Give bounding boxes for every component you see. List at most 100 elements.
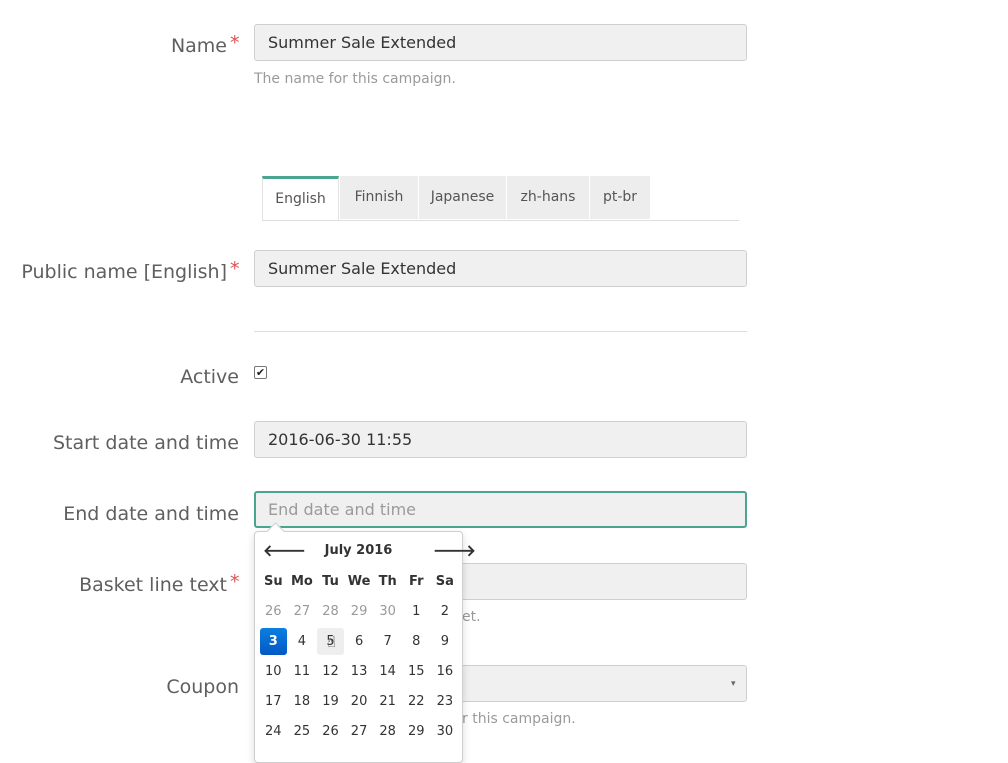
calendar-day[interactable]: 4 bbox=[288, 626, 317, 656]
calendar-day[interactable]: 22 bbox=[402, 686, 431, 716]
calendar-day-number: 21 bbox=[379, 693, 396, 709]
datepicker-calendar: Su Mo Tu We Th Fr Sa 26 27 28 29 30 1 2 3 4 5 6 7 8 9 10 11 12… bbox=[259, 566, 459, 746]
calendar-day[interactable]: 16 bbox=[431, 656, 460, 686]
calendar-day[interactable]: 10 bbox=[259, 656, 288, 686]
calendar-day[interactable]: 1 bbox=[402, 596, 431, 626]
calendar-day[interactable]: 13 bbox=[345, 656, 374, 686]
calendar-day[interactable]: 21 bbox=[373, 686, 402, 716]
calendar-day-number: 23 bbox=[436, 693, 454, 709]
calendar-day[interactable]: 7 bbox=[373, 626, 402, 656]
calendar-day-number: 6 bbox=[354, 633, 364, 649]
calendar-day-number: 15 bbox=[407, 663, 425, 679]
calendar-day[interactable]: 2 bbox=[431, 596, 460, 626]
start-date-label: Start date and time bbox=[52, 432, 239, 454]
end-date-label: End date and time bbox=[63, 503, 239, 525]
calendar-day-number: 1 bbox=[412, 603, 421, 619]
calendar-day[interactable]: 17 bbox=[259, 686, 288, 716]
calendar-day-number: 27 bbox=[350, 723, 368, 739]
calendar-day-number: 26 bbox=[265, 603, 282, 619]
language-tabs: English Finnish Japanese zh-hans pt-br bbox=[262, 176, 739, 221]
basket-line-label: Basket line text bbox=[79, 574, 227, 596]
calendar-day-number: 18 bbox=[293, 693, 311, 709]
weekday-header: Th bbox=[378, 573, 397, 589]
calendar-day-number: 29 bbox=[350, 603, 368, 619]
weekday-header: Tu bbox=[322, 573, 339, 589]
arrow-right-icon[interactable]: 🡒 bbox=[433, 540, 476, 562]
active-checkbox[interactable]: ✔ bbox=[254, 366, 267, 379]
calendar-day[interactable]: 15 bbox=[402, 656, 431, 686]
calendar-day-number: 4 bbox=[297, 633, 307, 649]
weekday-header: Fr bbox=[409, 573, 424, 589]
public-name-required-mark: * bbox=[230, 258, 240, 280]
calendar-day-number: 13 bbox=[350, 663, 368, 679]
calendar-day-number: 28 bbox=[322, 603, 339, 619]
calendar-day[interactable]: 11 bbox=[288, 656, 317, 686]
name-label: Name bbox=[170, 35, 227, 57]
calendar-day-number: 10 bbox=[265, 663, 282, 679]
calendar-day-number: 20 bbox=[350, 693, 368, 709]
calendar-day[interactable]: 28 bbox=[316, 596, 345, 626]
calendar-day-number: 26 bbox=[322, 723, 339, 739]
calendar-day[interactable]: 29 bbox=[402, 716, 431, 746]
calendar-day[interactable]: 27 bbox=[345, 716, 374, 746]
datepicker-popup: 🡐 July 2016 🡒 Su Mo Tu We Th Fr Sa 26 27 28 29 30 1… bbox=[254, 522, 476, 763]
arrow-left-icon[interactable]: 🡐 bbox=[263, 540, 306, 562]
start-date-input[interactable]: 2016-06-30 11:55 bbox=[254, 421, 747, 458]
calendar-day-number: 7 bbox=[383, 633, 392, 649]
coupon-help-text: r this campaign. bbox=[462, 711, 576, 727]
calendar-day[interactable]: 30 bbox=[431, 716, 460, 746]
coupon-label: Coupon bbox=[166, 676, 239, 698]
calendar-day-number: 12 bbox=[322, 663, 339, 679]
active-label: Active bbox=[180, 366, 239, 388]
calendar-day[interactable]: 30 bbox=[373, 596, 402, 626]
calendar-day[interactable]: 25 bbox=[288, 716, 317, 746]
calendar-day[interactable]: 29 bbox=[345, 596, 374, 626]
tab-pt-br[interactable]: pt-br bbox=[590, 176, 650, 219]
weekday-header: We bbox=[347, 573, 371, 589]
calendar-day[interactable]: 26 bbox=[316, 716, 345, 746]
weekday-header: Su bbox=[263, 573, 283, 589]
calendar-day[interactable]: 18 bbox=[288, 686, 317, 716]
tab-finnish[interactable]: Finnish bbox=[340, 176, 418, 219]
tab-zh-hans[interactable]: zh-hans bbox=[507, 176, 589, 219]
calendar-day[interactable]: 12 bbox=[316, 656, 345, 686]
calendar-day-number: 24 bbox=[265, 723, 282, 739]
calendar-day[interactable]: 8 bbox=[402, 626, 431, 656]
calendar-day[interactable]: 26 bbox=[259, 596, 288, 626]
calendar-day-number: 27 bbox=[293, 603, 311, 619]
calendar-day-number: 25 bbox=[293, 723, 311, 739]
basket-line-required-mark: * bbox=[230, 571, 240, 593]
calendar-day-number: 8 bbox=[412, 633, 421, 649]
calendar-day[interactable]: 6 bbox=[345, 626, 374, 656]
calendar-day-number: 28 bbox=[379, 723, 396, 739]
calendar-day-number: 22 bbox=[407, 693, 425, 709]
calendar-day-number: 11 bbox=[293, 663, 311, 679]
calendar-day-number: 14 bbox=[379, 663, 396, 679]
end-date-input[interactable]: End date and time bbox=[254, 491, 747, 528]
calendar-day-number: 16 bbox=[436, 663, 454, 679]
calendar-day-number: 2 bbox=[440, 603, 449, 619]
name-input[interactable]: Summer Sale Extended bbox=[254, 24, 747, 61]
section-divider bbox=[254, 331, 747, 332]
calendar-day[interactable]: 28 bbox=[373, 716, 402, 746]
datepicker-month-title[interactable]: July 2016 bbox=[295, 540, 422, 562]
tab-japanese[interactable]: Japanese bbox=[419, 176, 506, 219]
calendar-day[interactable]: 24 bbox=[259, 716, 288, 746]
calendar-day[interactable]: 27 bbox=[288, 596, 317, 626]
public-name-input[interactable]: Summer Sale Extended bbox=[254, 250, 747, 287]
calendar-day[interactable]: 23 bbox=[431, 686, 460, 716]
calendar-day-number: 3 bbox=[259, 627, 287, 655]
calendar-day[interactable]: 14 bbox=[373, 656, 402, 686]
calendar-day[interactable]: 20 bbox=[345, 686, 374, 716]
weekday-header: Mo bbox=[290, 573, 313, 589]
tab-english[interactable]: English bbox=[262, 176, 339, 220]
name-required-mark: * bbox=[230, 32, 240, 54]
weekday-header: Sa bbox=[435, 573, 454, 589]
calendar-day-number: 30 bbox=[379, 603, 396, 619]
calendar-day[interactable]: 9 bbox=[431, 626, 460, 656]
calendar-day[interactable]: 19 bbox=[316, 686, 345, 716]
calendar-day[interactable]: 3 bbox=[259, 626, 288, 656]
calendar-day-number: 29 bbox=[407, 723, 425, 739]
calendar-day-number: 19 bbox=[322, 693, 339, 709]
basket-line-help-text: et. bbox=[462, 609, 481, 625]
